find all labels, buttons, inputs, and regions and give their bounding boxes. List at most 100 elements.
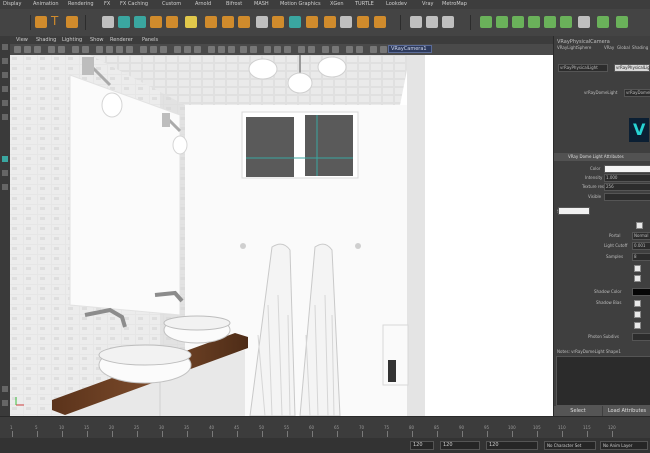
layout-icon[interactable] (2, 156, 8, 162)
vp-menu-shading[interactable]: Shading (36, 37, 56, 43)
type-field[interactable]: vrRayDomeLight (624, 89, 650, 97)
menu-arnold[interactable]: Arnold (195, 1, 211, 7)
extrude-icon[interactable] (238, 16, 250, 28)
3d-viewport[interactable] (10, 55, 553, 416)
shadow-color-swatch[interactable] (632, 288, 650, 296)
select-tool-icon[interactable] (2, 44, 8, 50)
layers-icon[interactable] (2, 400, 8, 406)
pan-zoom-icon[interactable] (298, 46, 305, 53)
camera-icon[interactable] (102, 16, 114, 28)
wrap-icon[interactable] (166, 16, 178, 28)
exposure-icon[interactable] (218, 46, 225, 53)
text-tool-icon[interactable]: T (51, 14, 63, 28)
notes-textarea[interactable] (556, 356, 650, 406)
select-button[interactable]: Select (554, 406, 602, 416)
ae-tab[interactable]: VRay (604, 45, 614, 50)
grease-pencil-icon[interactable] (308, 46, 315, 53)
lock-icon[interactable] (356, 46, 363, 53)
section-header[interactable]: VRay Dome Light Attributes (554, 153, 650, 161)
brush-icon[interactable] (442, 16, 454, 28)
shadows-icon[interactable] (140, 46, 147, 53)
checkbox[interactable] (634, 265, 641, 272)
menu-turtle[interactable]: TURTLE (355, 1, 374, 7)
safe-action-icon[interactable] (274, 46, 281, 53)
range-start-field[interactable]: 120 (410, 441, 434, 450)
scale-tool-icon[interactable] (66, 16, 78, 28)
menu-bifrost[interactable]: Bifrost (226, 1, 242, 7)
range-end-field[interactable]: 120 (440, 441, 480, 450)
cross-icon[interactable] (616, 16, 628, 28)
resolution-gate-icon[interactable] (82, 46, 89, 53)
mesh-icon[interactable] (256, 16, 268, 28)
paint-icon[interactable] (410, 16, 422, 28)
grid-toggle-icon[interactable] (58, 46, 65, 53)
lattice-icon[interactable] (324, 16, 336, 28)
vp-menu-show[interactable]: Show (90, 37, 104, 43)
render-icon[interactable] (289, 16, 301, 28)
lasso-tool-icon[interactable] (2, 58, 8, 64)
checkbox[interactable] (634, 311, 641, 318)
ao-icon[interactable] (150, 46, 157, 53)
vray-plane-icon[interactable] (544, 16, 556, 28)
vray-light-icon[interactable] (512, 16, 524, 28)
samples-field[interactable]: 8 (632, 253, 650, 261)
layout-icon[interactable] (2, 184, 8, 190)
ae-tab[interactable]: VRayLightSphere (557, 45, 591, 50)
portal-field[interactable]: Normal (632, 232, 650, 240)
menu-custom[interactable]: Custom (162, 1, 181, 7)
cube-icon[interactable] (340, 16, 352, 28)
menu-animation[interactable]: Animation (33, 1, 59, 7)
camera-tool-icon[interactable] (24, 46, 31, 53)
layout-four-icon[interactable] (250, 46, 257, 53)
checkbox[interactable] (634, 275, 641, 282)
render-view-icon[interactable] (322, 46, 329, 53)
menu-display[interactable]: Display (3, 1, 21, 7)
texture-res-field[interactable]: 256 (604, 183, 650, 191)
cam-attrs-icon[interactable] (370, 46, 377, 53)
lights-icon[interactable] (126, 46, 133, 53)
grid-icon[interactable] (578, 16, 590, 28)
curve-icon[interactable] (222, 16, 234, 28)
visible-field[interactable] (604, 193, 650, 201)
menu-lookdev[interactable]: Lookdev (386, 1, 407, 7)
menu-xgen[interactable]: XGen (330, 1, 344, 7)
vp-menu-lighting[interactable]: Lighting (62, 37, 82, 43)
menu-rendering[interactable]: Rendering (68, 1, 94, 7)
checkbox[interactable] (636, 222, 643, 229)
bookmark-icon[interactable] (34, 46, 41, 53)
vp-menu-panels[interactable]: Panels (142, 37, 158, 43)
checkbox[interactable] (634, 322, 641, 329)
color-swatch[interactable] (604, 165, 650, 173)
textured-icon[interactable] (116, 46, 123, 53)
menu-fx-caching[interactable]: FX Caching (120, 1, 148, 7)
checker-icon[interactable] (597, 16, 609, 28)
xray-joints-icon[interactable] (194, 46, 201, 53)
vp-menu-renderer[interactable]: Renderer (110, 37, 133, 43)
gamma-icon[interactable] (208, 46, 215, 53)
deform-icon[interactable] (272, 16, 284, 28)
vp-menu-view[interactable]: View (16, 37, 28, 43)
menu-mash[interactable]: MASH (254, 1, 269, 7)
group-icon[interactable] (150, 16, 162, 28)
layout-icon[interactable] (2, 170, 8, 176)
character-set-dropdown[interactable]: No Character Set (544, 441, 596, 450)
camera-select-dropdown[interactable]: VRayCamera1 (388, 45, 432, 53)
hud-icon[interactable] (264, 46, 271, 53)
aa-icon[interactable] (160, 46, 167, 53)
paint-select-icon[interactable] (2, 72, 8, 78)
anim-end-field[interactable]: 120 (486, 441, 538, 450)
scale-icon[interactable] (2, 114, 8, 120)
menu-fx[interactable]: FX (104, 1, 110, 7)
safe-title-icon[interactable] (284, 46, 291, 53)
sphere-icon[interactable] (134, 16, 146, 28)
ae-tab[interactable]: Shading (632, 45, 648, 50)
cam-select-icon[interactable] (380, 46, 387, 53)
image-plane-icon[interactable] (48, 46, 55, 53)
vray-sphere-icon[interactable] (528, 16, 540, 28)
outliner-icon[interactable] (2, 386, 8, 392)
menu-vray[interactable]: Vray (422, 1, 434, 7)
node-name-field-2[interactable]: vrRayPhysicalLight (614, 64, 650, 72)
light-cutoff-field[interactable]: 0.001 (632, 242, 650, 250)
layout-single-icon[interactable] (240, 46, 247, 53)
snapshot-icon[interactable] (346, 46, 353, 53)
